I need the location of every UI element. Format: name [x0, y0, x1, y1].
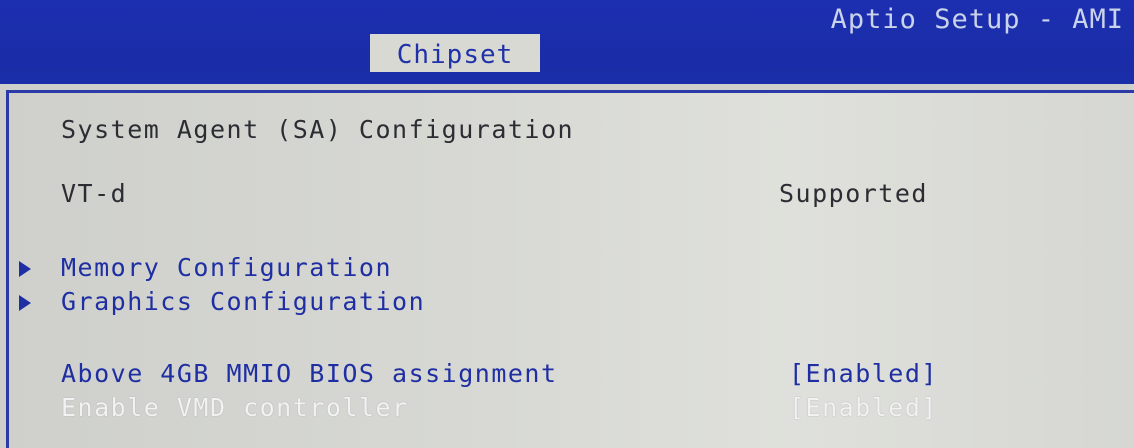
triangle-right-icon: [19, 261, 31, 277]
setting-above-4gb-mmio-value[interactable]: [Enabled]: [789, 359, 938, 388]
tab-chipset[interactable]: Chipset: [370, 34, 540, 72]
app-title: Aptio Setup - AMI: [830, 4, 1124, 35]
header-divider: [0, 72, 1134, 84]
vtd-label: VT-d: [61, 179, 128, 208]
triangle-right-icon: [19, 295, 31, 311]
settings-panel: System Agent (SA) Configuration VT-d Sup…: [6, 90, 1134, 448]
bios-header: Aptio Setup - AMI Chipset: [0, 0, 1134, 72]
vtd-value: Supported: [779, 179, 928, 208]
section-title: System Agent (SA) Configuration: [61, 115, 575, 144]
setting-enable-vmd-label[interactable]: Enable VMD controller: [61, 393, 409, 422]
setting-enable-vmd-value[interactable]: [Enabled]: [789, 393, 938, 422]
submenu-graphics-configuration[interactable]: Graphics Configuration: [61, 287, 425, 316]
setting-above-4gb-mmio-label[interactable]: Above 4GB MMIO BIOS assignment: [61, 359, 558, 388]
submenu-memory-configuration[interactable]: Memory Configuration: [61, 253, 392, 282]
